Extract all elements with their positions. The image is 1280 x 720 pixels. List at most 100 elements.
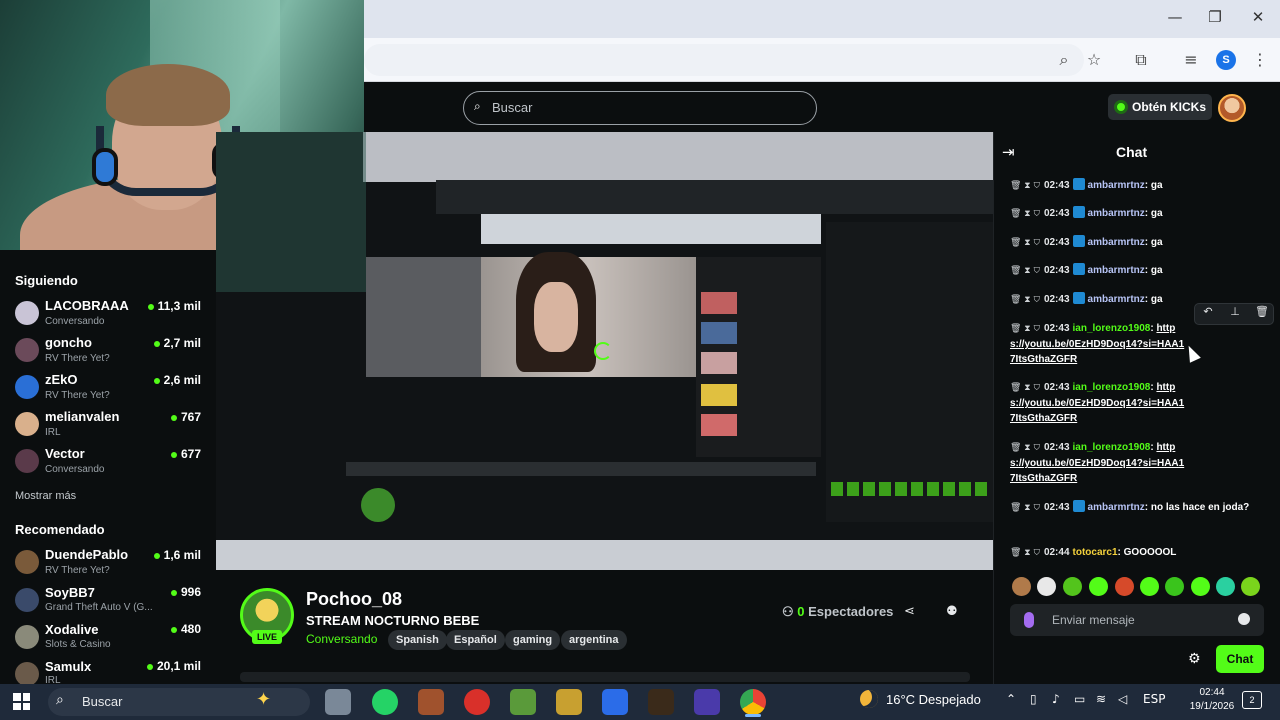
- whatsapp-icon[interactable]: [372, 689, 398, 715]
- avatar[interactable]: [15, 588, 39, 612]
- app-icon[interactable]: [418, 689, 444, 715]
- sidebar-item-name[interactable]: goncho: [45, 335, 92, 350]
- sidebar-item-name[interactable]: LACOBRAAA: [45, 298, 129, 313]
- emote-icon[interactable]: [1063, 577, 1082, 596]
- emote-icon[interactable]: [1089, 577, 1108, 596]
- pin-icon[interactable]: ⊥: [1225, 305, 1245, 318]
- sidebar-item-category: Conversando: [45, 464, 105, 475]
- chat-message[interactable]: 🗑 ⧗ ⛉ 02:43 ambarmrtnz: ga: [1010, 263, 1260, 279]
- chat-message-input[interactable]: Enviar mensaje: [1010, 604, 1264, 636]
- following-title: Siguiendo: [15, 273, 78, 288]
- chat-message[interactable]: 🗑 ⧗ ⛉ 02:44 totocarc1: GOOOOOL: [1010, 545, 1260, 561]
- chat-message[interactable]: 🗑 ⧗ ⛉ 02:43 ambarmrtnz: ga: [1010, 178, 1260, 194]
- task-view-icon[interactable]: [325, 689, 351, 715]
- sidebar-item-name[interactable]: zEkO: [45, 372, 78, 387]
- streamer-name[interactable]: Pochoo_08: [306, 589, 402, 610]
- share-icon[interactable]: ⋖: [904, 604, 915, 619]
- minimize-button[interactable]: —: [1160, 8, 1190, 26]
- zoom-icon[interactable]: ⌕: [1053, 50, 1075, 70]
- live-badge: LIVE: [252, 630, 282, 644]
- show-more-link[interactable]: Mostrar más: [15, 490, 76, 502]
- avatar[interactable]: [15, 449, 39, 473]
- chat-message[interactable]: 🗑 ⧗ ⛉ 02:43 ambarmrtnz: ga: [1010, 235, 1260, 251]
- chat-message[interactable]: 🗑 ⧗ ⛉ 02:43 ian_lorenzo1908: https://youtu…: [1010, 321, 1185, 367]
- send-chat-button[interactable]: Chat: [1216, 645, 1264, 673]
- search-icon: ⌕: [474, 99, 481, 113]
- extensions-icon[interactable]: ⧉: [1130, 50, 1152, 70]
- avatar[interactable]: [15, 550, 39, 574]
- profile-icon[interactable]: S: [1216, 50, 1236, 70]
- tag-spanish[interactable]: Spanish: [388, 630, 447, 650]
- follow-icon[interactable]: ⚉: [946, 604, 958, 619]
- tag-gaming[interactable]: gaming: [505, 630, 561, 650]
- volume-icon[interactable]: ◁: [1118, 692, 1127, 706]
- search-icon: ⌕: [56, 692, 64, 708]
- roblox-icon[interactable]: [602, 689, 628, 715]
- tray-icon[interactable]: ▯: [1030, 692, 1037, 706]
- tag-espanol[interactable]: Español: [446, 630, 505, 650]
- viewer-count: 1,6 mil: [131, 548, 201, 562]
- address-bar[interactable]: [364, 44, 1084, 76]
- chat-message[interactable]: 🗑 ⧗ ⛉ 02:43 ambarmrtnz: no las hace en jod…: [1010, 500, 1260, 516]
- media-icon[interactable]: ≡: [1180, 50, 1202, 69]
- microphone-icon[interactable]: ♪: [1052, 692, 1060, 706]
- delete-icon[interactable]: 🗑: [1252, 305, 1272, 318]
- sidebar-item-name[interactable]: melianvalen: [45, 409, 119, 424]
- video-player[interactable]: [216, 132, 993, 570]
- app-icon[interactable]: [648, 689, 674, 715]
- avatar[interactable]: [15, 625, 39, 649]
- tag-argentina[interactable]: argentina: [561, 630, 627, 650]
- close-button[interactable]: ✕: [1243, 8, 1273, 26]
- emote-icon[interactable]: [1115, 577, 1134, 596]
- stream-category[interactable]: Conversando: [306, 632, 377, 646]
- weather-moon-icon: [860, 690, 878, 708]
- copilot-sparkle-icon[interactable]: ✦: [256, 689, 271, 710]
- sidebar-item-name[interactable]: SoyBB7: [45, 585, 95, 600]
- search-input[interactable]: Buscar: [463, 91, 817, 125]
- avatar[interactable]: [15, 412, 39, 436]
- notification-icon[interactable]: 2: [1242, 691, 1262, 709]
- chrome-icon[interactable]: [740, 689, 766, 715]
- app-icon[interactable]: [556, 689, 582, 715]
- weather-text[interactable]: 16°C Despejado: [886, 692, 981, 707]
- emote-icon[interactable]: [1037, 577, 1056, 596]
- tray-icon[interactable]: ▭: [1074, 692, 1085, 706]
- sidebar-item-name[interactable]: Vector: [45, 446, 85, 461]
- windows-start-icon[interactable]: [13, 693, 30, 710]
- language-indicator[interactable]: ESP: [1143, 692, 1165, 706]
- emote-icon[interactable]: [1216, 577, 1235, 596]
- user-avatar[interactable]: [1218, 94, 1246, 122]
- avatar[interactable]: [15, 301, 39, 325]
- sidebar-item-name[interactable]: DuendePablo: [45, 547, 128, 562]
- app-icon[interactable]: [694, 689, 720, 715]
- emote-icon[interactable]: [1165, 577, 1184, 596]
- emote-icon[interactable]: [1241, 577, 1260, 596]
- collapse-chat-icon[interactable]: ⇥: [1002, 143, 1015, 161]
- gear-icon[interactable]: ⚙: [1188, 651, 1201, 667]
- sidebar-item-name[interactable]: Xodalive: [45, 622, 98, 637]
- chat-message[interactable]: 🗑 ⧗ ⛉ 02:43 ian_lorenzo1908: https://youtu…: [1010, 380, 1185, 426]
- avatar[interactable]: [15, 375, 39, 399]
- star-icon[interactable]: ☆: [1083, 50, 1105, 69]
- minecraft-icon[interactable]: [510, 689, 536, 715]
- app-icon[interactable]: [464, 689, 490, 715]
- divider: [240, 672, 970, 682]
- avatar[interactable]: [15, 338, 39, 362]
- maximize-button[interactable]: ❐: [1200, 8, 1230, 26]
- wifi-icon[interactable]: ≋: [1096, 692, 1106, 706]
- avatar[interactable]: [15, 662, 39, 686]
- reply-icon[interactable]: ↶: [1198, 305, 1218, 318]
- emote-icon[interactable]: [1140, 577, 1159, 596]
- emoji-icon[interactable]: [1238, 613, 1250, 625]
- viewer-count: 767: [131, 410, 201, 424]
- emote-icon[interactable]: [1191, 577, 1210, 596]
- clock[interactable]: 02:44 19/1/2026: [1186, 686, 1238, 714]
- chat-message[interactable]: 🗑 ⧗ ⛉ 02:43 ambarmrtnz: ga: [1010, 206, 1260, 222]
- chat-message[interactable]: 🗑 ⧗ ⛉ 02:43 ian_lorenzo1908: https://youtu…: [1010, 440, 1185, 486]
- microphone-icon[interactable]: [1024, 612, 1034, 628]
- menu-icon[interactable]: ⋮: [1249, 50, 1271, 69]
- emote-icon[interactable]: [1012, 577, 1031, 596]
- sidebar-item-name[interactable]: Samulx: [45, 659, 91, 674]
- viewers-icon: ⚇: [782, 604, 798, 619]
- chevron-up-icon[interactable]: ⌃: [1006, 692, 1016, 706]
